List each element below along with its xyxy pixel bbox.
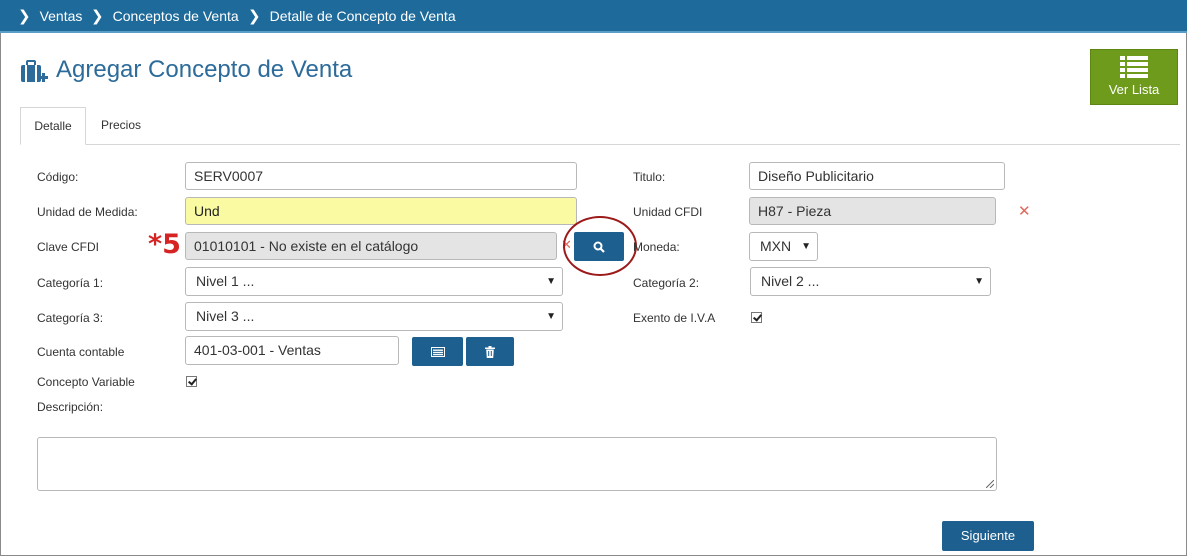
clear-unidad-cfdi-close-icon[interactable]: ✕ (1018, 202, 1031, 220)
titulo-input[interactable]: Diseño Publicitario (749, 162, 1005, 190)
descripcion-label: Descripción: (37, 400, 104, 414)
breadcrumb-item-conceptos[interactable]: ❯ Conceptos de Venta (91, 7, 239, 25)
moneda-select[interactable]: MXN ▼ (749, 232, 818, 261)
clave-cfdi-input[interactable]: 01010101 - No existe en el catálogo (185, 232, 557, 260)
delete-account-button[interactable] (466, 337, 514, 366)
breadcrumb-item-ventas[interactable]: ❯ Ventas (18, 7, 82, 25)
page-title: Agregar Concepto de Venta (56, 56, 353, 83)
card-list-icon (430, 346, 445, 357)
exento-iva-checkbox[interactable] (751, 312, 762, 323)
dropdown-arrow-icon: ▼ (546, 276, 556, 287)
breadcrumb: ❯ Ventas ❯ Conceptos de Venta ❯ Detalle de … (0, 0, 1187, 33)
categoria2-select[interactable]: Nivel 2 ... ▼ (750, 267, 991, 296)
moneda-label: Moneda: (633, 240, 680, 254)
annotation-marker: *5 (148, 229, 181, 260)
unidad-medida-input[interactable]: Und (185, 197, 577, 225)
next-button[interactable]: Siguiente (942, 521, 1034, 551)
chevron-right-icon: ❯ (91, 8, 104, 25)
titulo-label: Titulo: (633, 170, 666, 184)
resize-handle-icon[interactable] (986, 480, 994, 488)
select-account-button[interactable] (412, 337, 463, 366)
chevron-right-icon: ❯ (18, 8, 31, 25)
tab-detalle[interactable]: Detalle (20, 107, 86, 145)
categoria2-label: Categoría 2: (633, 276, 700, 290)
dropdown-arrow-icon: ▼ (546, 311, 556, 322)
cuenta-contable-label: Cuenta contable (37, 345, 125, 359)
dropdown-arrow-icon: ▼ (801, 241, 811, 252)
dropdown-arrow-icon: ▼ (974, 276, 984, 287)
categoria3-label: Categoría 3: (37, 311, 104, 325)
exento-iva-label: Exento de I.V.A (633, 311, 716, 325)
categoria3-select[interactable]: Nivel 3 ... ▼ (185, 302, 563, 331)
unidad-cfdi-label: Unidad CFDI (633, 205, 703, 219)
trash-icon (485, 345, 495, 358)
breadcrumb-item-detalle[interactable]: ❯ Detalle de Concepto de Venta (248, 7, 456, 25)
codigo-label: Código: (37, 170, 79, 184)
unidad-cfdi-input[interactable]: H87 - Pieza (749, 197, 996, 225)
unidad-medida-label: Unidad de Medida: (37, 205, 138, 219)
clave-cfdi-label: Clave CFDI (37, 240, 100, 254)
categoria1-label: Categoría 1: (37, 276, 104, 290)
concepto-variable-checkbox[interactable] (186, 376, 197, 387)
codigo-input[interactable]: SERV0007 (185, 162, 577, 190)
categoria1-select[interactable]: Nivel 1 ... ▼ (185, 267, 563, 296)
chevron-right-icon: ❯ (248, 8, 261, 25)
cuenta-contable-input[interactable]: 401-03-001 - Ventas (185, 336, 399, 365)
tabs-divider (20, 144, 1180, 145)
annotation-circle (563, 216, 637, 276)
view-list-button[interactable]: Ver Lista (1090, 49, 1178, 105)
concepto-variable-label: Concepto Variable (37, 375, 135, 389)
briefcase-add-icon (21, 60, 48, 82)
descripcion-textarea[interactable] (37, 437, 997, 491)
tab-precios[interactable]: Precios (88, 107, 154, 145)
list-icon (1120, 56, 1148, 78)
